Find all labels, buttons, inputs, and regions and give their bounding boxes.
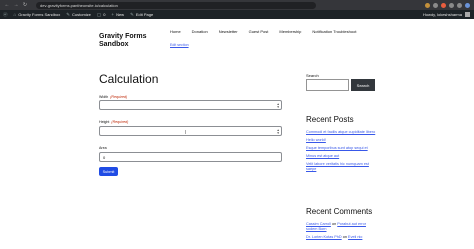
width-input[interactable]: ▴ ▾ xyxy=(99,100,282,110)
adminbar-new[interactable]: + New xyxy=(111,12,124,17)
extension-icons xyxy=(425,2,470,8)
area-value: 0 xyxy=(103,154,106,160)
recent-comment: Dr. Lorien Kotas PhD on Eveli nio xyxy=(306,234,363,239)
browser-nav: ← → ↻ xyxy=(4,0,28,10)
edit-section-link[interactable]: Edit section xyxy=(170,43,189,47)
recent-comments-list: Cassim Carroll on Porabut aut error sode… xyxy=(306,222,378,243)
profile-icon[interactable] xyxy=(465,2,470,8)
forward-icon[interactable]: → xyxy=(13,0,19,10)
extension-icon[interactable] xyxy=(441,2,446,8)
adminbar-edit-page[interactable]: ✎ Edit Page xyxy=(130,12,153,18)
nav-item-guest-post[interactable]: Guest Post xyxy=(249,29,269,34)
extension-icon[interactable] xyxy=(425,2,430,8)
recent-post-link[interactable]: Esque temporibus sunt atop sequi et xyxy=(306,146,378,151)
site-title[interactable]: Gravity Forms Sandbox xyxy=(99,33,159,49)
height-label: Height (Required) xyxy=(99,120,129,124)
recent-posts-list: Commodi et facilis atque cupiditate libe… xyxy=(306,130,378,175)
back-icon[interactable]: ← xyxy=(4,0,10,10)
search-button[interactable]: Search xyxy=(351,79,375,91)
home-icon: ⌂ xyxy=(13,12,17,17)
avatar xyxy=(465,12,470,17)
extension-icon[interactable] xyxy=(457,2,462,8)
main-navigation: Home Donation Newsletter Guest Post Memb… xyxy=(170,29,356,34)
comment-icon: ▢ xyxy=(96,11,102,17)
wp-logo-icon[interactable]: ⓦ xyxy=(3,12,8,18)
recent-post-link[interactable]: Minus est atque aut xyxy=(306,154,378,159)
adminbar-customize[interactable]: ✎ Customize xyxy=(66,12,91,18)
required-marker: (Required) xyxy=(110,95,128,99)
recent-comments-heading: Recent Comments xyxy=(306,207,373,216)
recent-comment: Cassim Carroll on Porabut aut error sode… xyxy=(306,222,366,231)
page-title: Calculation xyxy=(99,72,159,86)
height-input[interactable]: ▴ ▾ xyxy=(99,126,282,136)
adminbar-comments[interactable]: ▢ 0 xyxy=(97,12,106,18)
area-label: Area xyxy=(99,146,107,150)
adminbar-account[interactable]: Howdy, lokeshsharma xyxy=(423,12,470,17)
recent-post-link[interactable]: Velit labore veritatis hic numquam est s… xyxy=(306,162,378,171)
nav-item-notification-troubleshoot[interactable]: Notification Troubleshoot xyxy=(312,29,356,34)
extension-icon[interactable] xyxy=(449,2,454,8)
pencil-icon: ✎ xyxy=(130,11,134,17)
browser-chrome: ← → ↻ dev-gravityforms.pantheonsite.io/c… xyxy=(0,0,474,10)
text-cursor-icon: I xyxy=(185,130,187,136)
stepper-icon[interactable]: ▴ ▾ xyxy=(277,128,279,135)
comment-post-link[interactable]: Eveli nio xyxy=(348,235,362,239)
area-input[interactable]: 0 xyxy=(99,152,282,162)
nav-item-newsletter[interactable]: Newsletter xyxy=(219,29,238,34)
brush-icon: ✎ xyxy=(66,11,71,17)
recent-post-link[interactable]: Hello world! xyxy=(306,138,378,143)
submit-button[interactable]: Submit xyxy=(99,167,118,176)
adminbar-site[interactable]: ⌂ Gravity Forms Sandbox xyxy=(14,12,61,17)
comment-author-link[interactable]: Cassim Carroll xyxy=(306,222,331,226)
extension-icon[interactable] xyxy=(433,2,438,8)
plus-icon: + xyxy=(111,12,115,17)
nav-item-donation[interactable]: Donation xyxy=(192,29,208,34)
reload-icon[interactable]: ↻ xyxy=(22,0,28,10)
comment-author-link[interactable]: Dr. Lorien Kotas PhD xyxy=(306,235,342,239)
stepper-icon[interactable]: ▴ ▾ xyxy=(277,102,279,109)
width-label: Width (Required) xyxy=(99,95,128,99)
wp-admin-bar: ⓦ ⌂ Gravity Forms Sandbox ✎ Customize ▢ 0 +… xyxy=(0,10,474,19)
search-label: Search xyxy=(306,73,319,78)
recent-post-link[interactable]: Commodi et facilis atque cupiditate libe… xyxy=(306,130,378,135)
address-bar[interactable]: dev-gravityforms.pantheonsite.io/calcula… xyxy=(36,1,316,9)
search-input[interactable] xyxy=(306,79,349,91)
nav-item-home[interactable]: Home xyxy=(170,29,181,34)
nav-item-membership[interactable]: Membership xyxy=(279,29,301,34)
address-text: dev-gravityforms.pantheonsite.io/calcula… xyxy=(40,2,118,8)
recent-posts-heading: Recent Posts xyxy=(306,115,354,124)
required-marker: (Required) xyxy=(111,120,129,124)
